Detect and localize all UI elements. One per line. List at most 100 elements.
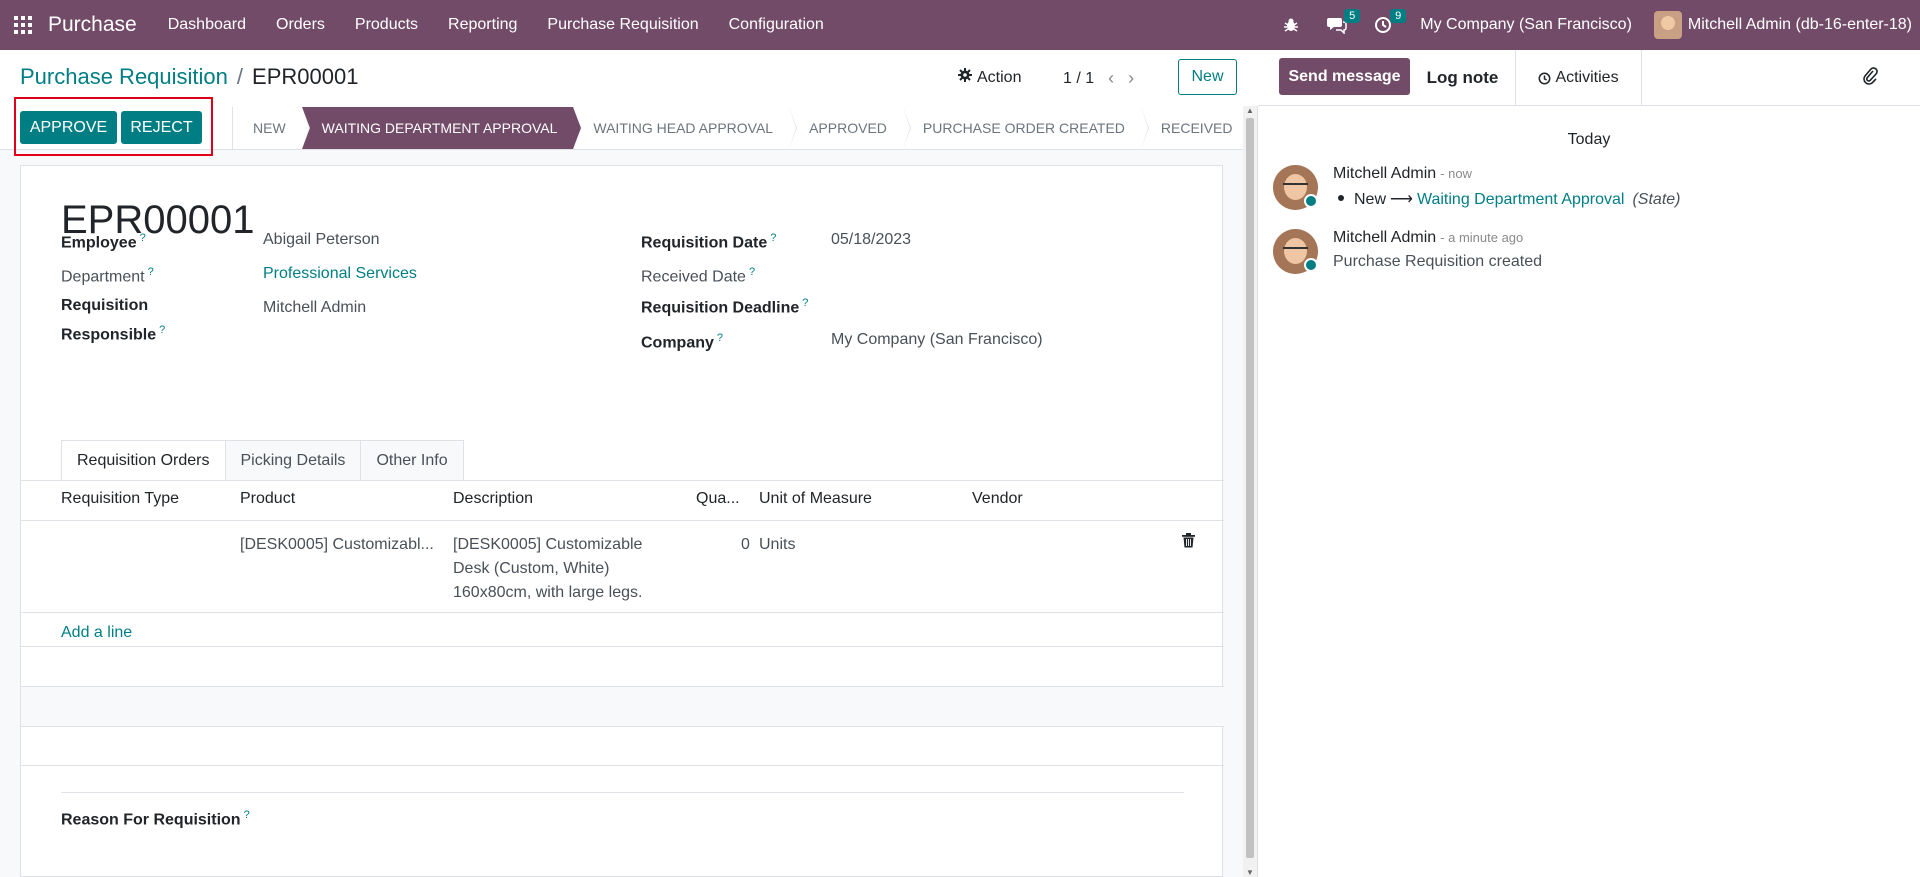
cell-unit-of-measure[interactable]: Units (759, 533, 795, 557)
menu-configuration[interactable]: Configuration (714, 0, 839, 50)
activities-button[interactable]: Activities (1515, 50, 1642, 106)
scroll-thumb[interactable] (1246, 118, 1254, 858)
pager-next-icon[interactable]: › (1128, 68, 1134, 89)
add-line-link[interactable]: Add a line (61, 624, 132, 642)
approve-button[interactable]: APPROVE (20, 111, 117, 144)
message-time: - a minute ago (1440, 230, 1524, 245)
menu-orders[interactable]: Orders (261, 0, 340, 50)
log-note-button[interactable]: Log note (1410, 50, 1515, 106)
send-message-button[interactable]: Send message (1279, 58, 1410, 95)
form-scrollbar[interactable]: ▲ ▼ (1243, 106, 1257, 877)
employee-field[interactable]: Abigail Peterson (263, 228, 380, 252)
column-description[interactable]: Description (453, 490, 533, 508)
requisition-date-label: Requisition Date? (641, 232, 777, 252)
cell-description[interactable]: [DESK0005] Customizable Desk (Custom, Wh… (453, 533, 642, 605)
scroll-down-icon[interactable]: ▼ (1246, 868, 1254, 877)
received-date-label: Received Date? (641, 266, 756, 286)
table-header: Requisition Type Product Description Qua… (21, 481, 1224, 521)
user-name: Mitchell Admin (db-16-enter-18) (1687, 16, 1912, 33)
empty-row (21, 686, 1224, 726)
online-status-icon (1304, 258, 1318, 272)
requisition-responsible-label: Requisition Responsible? (61, 297, 166, 344)
gear-icon (958, 68, 972, 87)
user-avatar (1653, 11, 1682, 39)
menu-reporting[interactable]: Reporting (433, 0, 532, 50)
message-author: Mitchell Admin - a minute ago (1333, 229, 1524, 246)
activities-clock-icon[interactable]: 9 (1366, 0, 1407, 50)
column-vendor[interactable]: Vendor (972, 490, 1023, 508)
empty-row (21, 646, 1224, 686)
chatter-toolbar: Send message Log note Activities (1258, 50, 1920, 106)
help-icon[interactable]: ? (770, 232, 776, 244)
column-product[interactable]: Product (240, 490, 295, 508)
clock-icon (1538, 72, 1551, 85)
menu-purchase-requisition[interactable]: Purchase Requisition (532, 0, 713, 50)
company-label: Company? (641, 332, 724, 352)
action-label: Action (977, 68, 1022, 86)
breadcrumb: Purchase Requisition / EPR00001 (20, 64, 358, 90)
form-area: Purchase Requisition / EPR00001 Action 1… (0, 50, 1258, 877)
employee-label: Employee? (61, 232, 146, 252)
menu-dashboard[interactable]: Dashboard (153, 0, 261, 50)
tab-picking-details[interactable]: Picking Details (224, 440, 362, 480)
help-icon[interactable]: ? (244, 809, 250, 821)
stage-waiting-head-approval[interactable]: WAITING HEAD APPROVAL (573, 107, 797, 149)
online-status-icon (1304, 194, 1318, 208)
debug-bug-icon[interactable] (1274, 0, 1308, 50)
breadcrumb-parent-link[interactable]: Purchase Requisition (20, 64, 228, 90)
activities-count-badge: 9 (1390, 9, 1407, 23)
messages-icon[interactable]: 5 (1320, 0, 1361, 50)
trash-icon[interactable] (1182, 533, 1195, 553)
help-icon[interactable]: ? (749, 266, 755, 278)
arrow-right-icon: ⟶ (1390, 191, 1413, 208)
stage-waiting-department-approval[interactable]: WAITING DEPARTMENT APPROVAL (301, 107, 582, 149)
help-icon[interactable]: ? (140, 232, 146, 244)
cell-quantity[interactable]: 0 (741, 533, 750, 557)
stage-purchase-order-created[interactable]: PURCHASE ORDER CREATED (903, 107, 1149, 149)
paperclip-icon[interactable] (1862, 66, 1878, 91)
reason-divider (61, 792, 1184, 793)
apps-menu-icon[interactable] (0, 0, 46, 50)
help-icon[interactable]: ? (159, 324, 165, 336)
tab-requisition-orders[interactable]: Requisition Orders (61, 440, 226, 480)
pager-value[interactable]: 1 / 1 (1063, 70, 1094, 88)
scroll-up-icon[interactable]: ▲ (1246, 106, 1254, 115)
form-sheet: EPR00001 Employee? Abigail Peterson Depa… (20, 165, 1224, 877)
tracking-value: New ⟶ Waiting Department Approval (State) (1333, 189, 1680, 209)
tab-other-info[interactable]: Other Info (360, 440, 464, 480)
new-button[interactable]: New (1178, 59, 1237, 95)
stage-approved[interactable]: APPROVED (789, 107, 911, 149)
help-icon[interactable]: ? (148, 266, 154, 278)
department-field[interactable]: Professional Services (263, 262, 417, 286)
requisition-deadline-label: Requisition Deadline? (641, 297, 809, 317)
action-menu-button[interactable]: Action (958, 68, 1021, 87)
reject-button[interactable]: REJECT (121, 111, 202, 144)
stage-received[interactable]: RECEIVED (1141, 107, 1249, 149)
requisition-date-field[interactable]: 05/18/2023 (831, 228, 911, 252)
pager: 1 / 1 ‹ › (1063, 68, 1134, 89)
company-switcher[interactable]: My Company (San Francisco) (1420, 16, 1632, 34)
message-time: - now (1440, 166, 1472, 181)
department-label: Department? (61, 266, 154, 286)
messages-count-badge: 5 (1344, 9, 1361, 23)
help-icon[interactable]: ? (802, 297, 808, 309)
company-field[interactable]: My Company (San Francisco) (831, 328, 1043, 352)
column-quantity[interactable]: Qua... (696, 490, 740, 508)
column-requisition-type[interactable]: Requisition Type (61, 490, 179, 508)
help-icon[interactable]: ? (717, 332, 723, 344)
menu-products[interactable]: Products (340, 0, 433, 50)
message-body: Purchase Requisition created (1333, 253, 1543, 270)
pager-previous-icon[interactable]: ‹ (1108, 68, 1114, 89)
message-author: Mitchell Admin - now (1333, 165, 1472, 182)
activities-label: Activities (1555, 69, 1619, 86)
cell-product[interactable]: [DESK0005] Customizabl... (240, 533, 434, 557)
top-navbar: Purchase Dashboard Orders Products Repor… (0, 0, 1920, 50)
requisition-responsible-field[interactable]: Mitchell Admin (263, 296, 366, 320)
table-row[interactable]: [DESK0005] Customizabl... [DESK0005] Cus… (21, 521, 1224, 613)
stage-new[interactable]: NEW (232, 107, 310, 149)
column-unit-of-measure[interactable]: Unit of Measure (759, 490, 872, 508)
user-menu[interactable]: Mitchell Admin (db-16-enter-18) (1653, 11, 1920, 39)
app-brand[interactable]: Purchase (48, 13, 137, 37)
main-menu: Dashboard Orders Products Reporting Purc… (153, 0, 839, 50)
status-pipeline: NEW WAITING DEPARTMENT APPROVAL WAITING … (232, 107, 1248, 149)
